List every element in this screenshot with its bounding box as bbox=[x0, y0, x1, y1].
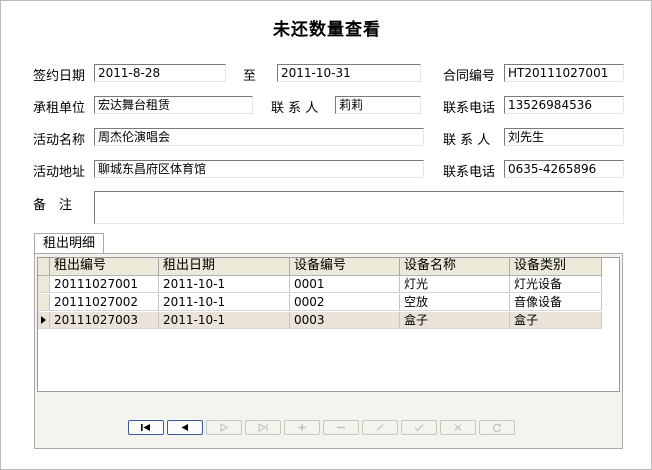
renter-field[interactable]: 宏达舞台租赁 bbox=[94, 96, 253, 114]
contact2-field[interactable]: 刘先生 bbox=[504, 128, 624, 146]
phone1-field[interactable]: 13526984536 bbox=[504, 96, 624, 114]
tab-rental-details[interactable]: 租出明细 bbox=[34, 233, 104, 254]
cell-device-name: 灯光 bbox=[400, 276, 510, 293]
window: 未还数量查看 签约日期 2011-8-28 至 2011-10-31 合同编号 … bbox=[0, 0, 652, 470]
sign-date-label: 签约日期 bbox=[33, 69, 86, 84]
nav-insert-button[interactable] bbox=[284, 420, 320, 435]
table-row[interactable]: 20111027002 2011-10-1 0002 空放 音像设备 bbox=[38, 294, 602, 311]
table-row[interactable]: 20111027001 2011-10-1 0001 灯光 灯光设备 bbox=[38, 276, 602, 293]
cell-device-no: 0001 bbox=[290, 276, 400, 293]
cell-rental-no: 20111027002 bbox=[50, 294, 159, 311]
nav-post-button[interactable] bbox=[401, 420, 437, 435]
page-title: 未还数量查看 bbox=[273, 20, 381, 40]
nav-next-button[interactable] bbox=[206, 420, 242, 435]
nav-refresh-button[interactable] bbox=[479, 420, 515, 435]
event-name-label: 活动名称 bbox=[33, 133, 86, 148]
row-indicator bbox=[38, 294, 50, 311]
remark-label: 备 注 bbox=[33, 198, 73, 213]
prev-icon bbox=[181, 424, 188, 431]
cell-device-no: 0003 bbox=[290, 312, 400, 329]
cell-rental-date: 2011-10-1 bbox=[159, 312, 290, 329]
first-icon bbox=[141, 424, 150, 431]
phone2-label: 联系电话 bbox=[443, 165, 496, 180]
phone1-label: 联系电话 bbox=[443, 101, 496, 116]
to-label: 至 bbox=[243, 69, 257, 84]
cell-device-type: 盒子 bbox=[510, 312, 602, 329]
grid-header: 租出编号 租出日期 设备编号 设备名称 设备类别 bbox=[38, 258, 602, 276]
row-indicator bbox=[38, 276, 50, 293]
end-date-field[interactable]: 2011-10-31 bbox=[277, 64, 421, 82]
cell-device-type: 灯光设备 bbox=[510, 276, 602, 293]
col-header-device-type[interactable]: 设备类别 bbox=[510, 258, 602, 275]
row-indicator-header bbox=[38, 258, 50, 275]
col-header-rental-date[interactable]: 租出日期 bbox=[159, 258, 290, 275]
contact1-field[interactable]: 莉莉 bbox=[335, 96, 421, 114]
refresh-icon bbox=[492, 423, 502, 432]
nav-edit-button[interactable] bbox=[362, 420, 398, 435]
next-icon bbox=[220, 423, 229, 432]
renter-label: 承租单位 bbox=[33, 101, 86, 116]
delete-icon bbox=[337, 426, 345, 429]
contract-no-field[interactable]: HT20111027001 bbox=[504, 64, 624, 82]
table-row-selected[interactable]: 20111027003 2011-10-1 0003 盒子 盒子 bbox=[38, 312, 602, 329]
col-header-device-name[interactable]: 设备名称 bbox=[400, 258, 510, 275]
cell-device-type: 音像设备 bbox=[510, 294, 602, 311]
col-header-rental-no[interactable]: 租出编号 bbox=[50, 258, 159, 275]
row-indicator bbox=[38, 312, 50, 329]
cell-rental-no: 20111027001 bbox=[50, 276, 159, 293]
nav-prev-button[interactable] bbox=[167, 420, 203, 435]
edit-icon bbox=[376, 424, 384, 431]
remark-field[interactable] bbox=[94, 191, 624, 224]
cell-rental-no: 20111027003 bbox=[50, 312, 159, 329]
event-name-field[interactable]: 周杰伦演唱会 bbox=[94, 128, 424, 146]
cell-device-name: 盒子 bbox=[400, 312, 510, 329]
nav-cancel-button[interactable] bbox=[440, 420, 476, 435]
contact1-label: 联 系 人 bbox=[271, 101, 319, 116]
contract-no-label: 合同编号 bbox=[443, 69, 496, 84]
rental-grid[interactable]: 租出编号 租出日期 设备编号 设备名称 设备类别 20111027001 201… bbox=[37, 257, 620, 392]
event-addr-label: 活动地址 bbox=[33, 165, 86, 180]
event-addr-field[interactable]: 聊城东昌府区体育馆 bbox=[94, 160, 424, 178]
sign-date-field[interactable]: 2011-8-28 bbox=[94, 64, 226, 82]
col-header-device-no[interactable]: 设备编号 bbox=[290, 258, 400, 275]
cell-rental-date: 2011-10-1 bbox=[159, 294, 290, 311]
contact2-label: 联 系 人 bbox=[443, 133, 491, 148]
post-icon bbox=[414, 424, 424, 432]
cell-device-no: 0002 bbox=[290, 294, 400, 311]
cell-device-name: 空放 bbox=[400, 294, 510, 311]
nav-first-button[interactable] bbox=[128, 420, 164, 435]
cancel-icon bbox=[454, 424, 462, 431]
last-icon bbox=[258, 423, 268, 432]
nav-delete-button[interactable] bbox=[323, 420, 359, 435]
nav-last-button[interactable] bbox=[245, 420, 281, 435]
add-icon bbox=[298, 424, 306, 431]
cell-rental-date: 2011-10-1 bbox=[159, 276, 290, 293]
current-row-arrow-icon bbox=[41, 316, 46, 324]
phone2-field[interactable]: 0635-4265896 bbox=[504, 160, 624, 178]
